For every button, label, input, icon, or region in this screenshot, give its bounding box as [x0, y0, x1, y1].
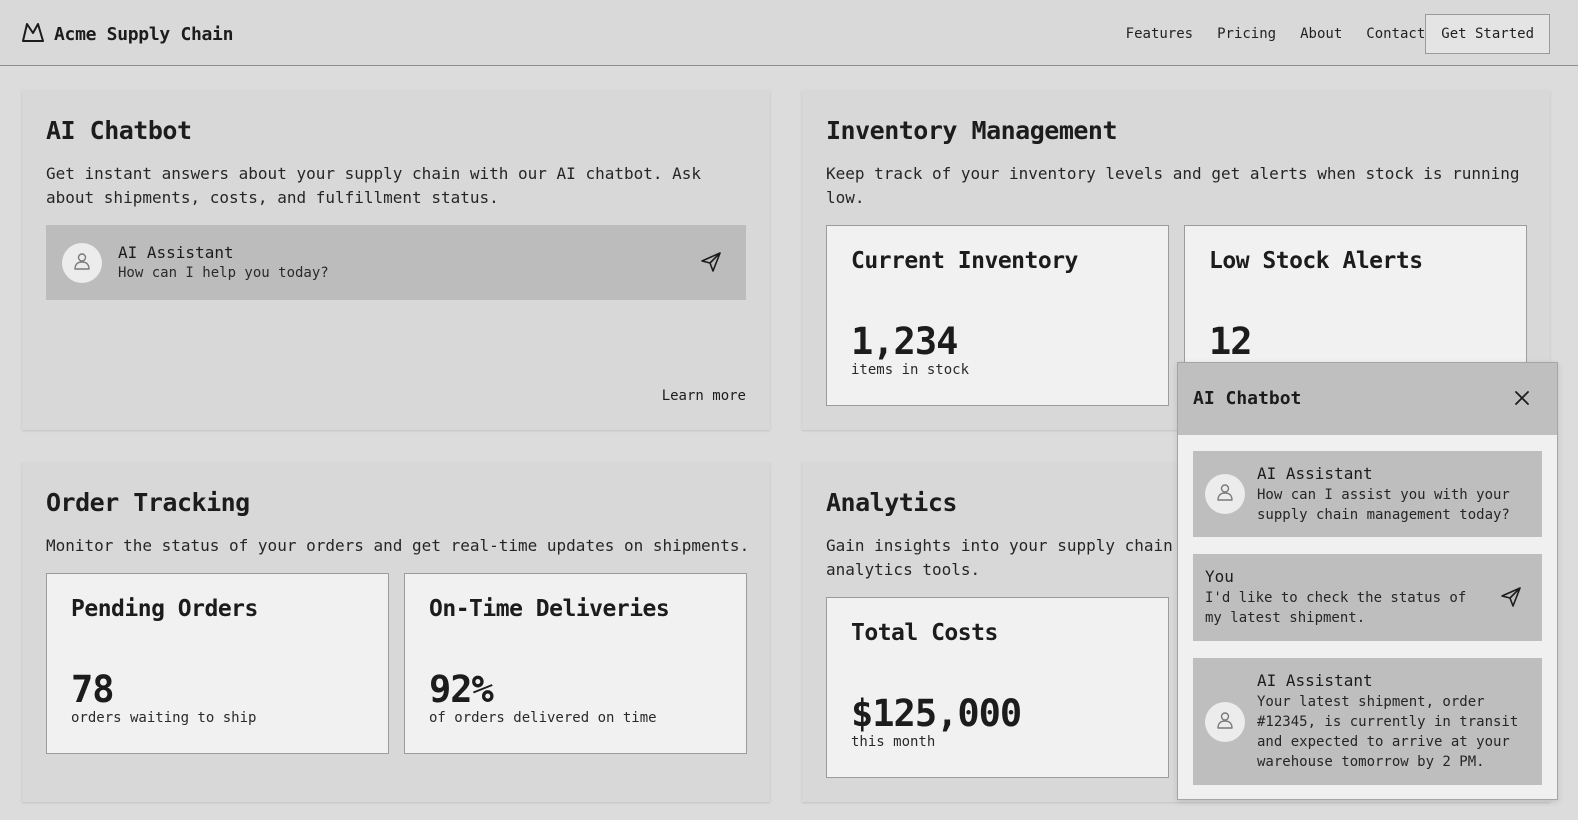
stat-caption: of orders delivered on time [429, 710, 657, 726]
message-line: I'd like to check the status of [1205, 590, 1467, 606]
stat-value: 78 [71, 668, 115, 711]
stat-title: Current Inventory [851, 248, 1078, 274]
message-line: and expected to arrive at your [1257, 734, 1510, 750]
nav-link-contact[interactable]: Contact [1366, 26, 1425, 42]
message-line: warehouse tomorrow by 2 PM. [1257, 754, 1485, 770]
stat-value: 12 [1209, 320, 1253, 363]
popup-header: AI Chatbot [1178, 363, 1557, 435]
send-icon[interactable] [700, 251, 722, 277]
mountain-icon [22, 22, 44, 46]
description-line: Monitor the status of your orders and ge… [46, 536, 750, 555]
nav-link-features[interactable]: Features [1126, 26, 1193, 42]
brand[interactable]: Acme Supply Chain [22, 22, 233, 46]
stat-value: 92% [429, 668, 494, 711]
stat-title: Pending Orders [71, 596, 258, 622]
nav-menu: Features Pricing About Contact Get Start… [1102, 14, 1550, 54]
message-sender: AI Assistant [1257, 671, 1373, 690]
chat-message: AI Assistant How can I assist you with y… [1193, 451, 1542, 537]
card-title: Analytics [826, 488, 957, 517]
message-sender: You [1205, 567, 1234, 586]
avatar [1205, 702, 1245, 742]
card-description: Keep track of your inventory levels and … [826, 162, 1520, 210]
chatbot-popup: AI Chatbot AI Assistant How can I assist… [1177, 362, 1558, 800]
description-line: Gain insights into your supply chain [826, 536, 1173, 555]
stat-title: Total Costs [851, 620, 998, 646]
description-line: about shipments, costs, and fulfillment … [46, 188, 499, 207]
assistant-preview[interactable]: AI Assistant How can I help you today? [46, 225, 746, 300]
card-description: Get instant answers about your supply ch… [46, 162, 701, 210]
send-icon[interactable] [1500, 586, 1522, 612]
user-icon [72, 251, 92, 275]
learn-more-link[interactable]: Learn more [662, 388, 746, 404]
avatar [1205, 474, 1245, 514]
pending-orders-stat: Pending Orders 78 orders waiting to ship [46, 573, 389, 754]
stat-value: 1,234 [851, 320, 958, 363]
user-icon [1215, 710, 1235, 734]
order-tracking-card: Order Tracking Monitor the status of you… [22, 462, 770, 802]
card-title: Order Tracking [46, 488, 250, 517]
stat-caption: items in stock [851, 362, 970, 378]
get-started-button[interactable]: Get Started [1425, 14, 1550, 54]
current-inventory-stat: Current Inventory 1,234 items in stock [826, 225, 1169, 406]
assistant-name: AI Assistant [118, 242, 234, 262]
message-line: How can I assist you with your [1257, 487, 1510, 503]
chat-message: You I'd like to check the status of my l… [1193, 554, 1542, 641]
assistant-message: How can I help you today? [118, 264, 329, 281]
brand-name: Acme Supply Chain [54, 23, 234, 45]
description-line: Get instant answers about your supply ch… [46, 164, 702, 183]
nav-link-pricing[interactable]: Pricing [1217, 26, 1276, 42]
card-title: Inventory Management [826, 116, 1118, 145]
card-description: Gain insights into your supply chain ana… [826, 534, 1173, 582]
message-sender: AI Assistant [1257, 464, 1373, 483]
stat-caption: this month [851, 734, 936, 750]
stat-title: On-Time Deliveries [429, 596, 670, 622]
stat-title: Low Stock Alerts [1209, 248, 1423, 274]
stat-value: $125,000 [851, 692, 1022, 735]
card-title: AI Chatbot [46, 116, 192, 145]
card-description: Monitor the status of your orders and ge… [46, 534, 749, 558]
message-line: #12345, is currently in transit [1257, 714, 1519, 730]
avatar [62, 242, 102, 283]
chat-message: AI Assistant Your latest shipment, order… [1193, 658, 1542, 785]
total-costs-stat: Total Costs $125,000 this month [826, 597, 1169, 778]
message-line: my latest shipment. [1205, 610, 1366, 626]
message-line: supply chain management today? [1257, 507, 1510, 523]
user-icon [1215, 482, 1235, 506]
top-nav-bar: Acme Supply Chain Features Pricing About… [0, 0, 1578, 66]
stat-caption: orders waiting to ship [71, 710, 257, 726]
chatbot-card: AI Chatbot Get instant answers about you… [22, 90, 770, 430]
description-line: analytics tools. [826, 560, 981, 579]
on-time-deliveries-stat: On-Time Deliveries 92% of orders deliver… [404, 573, 747, 754]
close-icon[interactable] [1514, 390, 1530, 410]
popup-title: AI Chatbot [1193, 388, 1302, 409]
description-line: low. [826, 188, 865, 207]
message-line: Your latest shipment, order [1257, 694, 1485, 710]
description-line: Keep track of your inventory levels and … [826, 164, 1520, 183]
nav-link-about[interactable]: About [1300, 26, 1342, 42]
